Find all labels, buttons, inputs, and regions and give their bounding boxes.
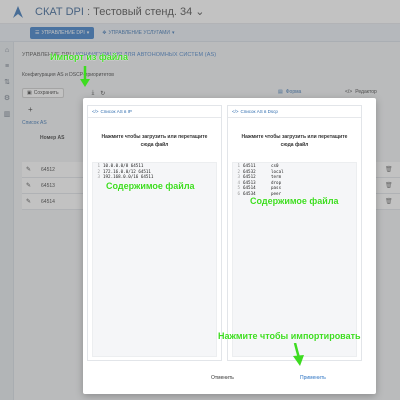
as-dscp-panel-title-text: Список AS в Dscp (240, 109, 278, 114)
arrow-down-icon (292, 343, 306, 367)
as-ip-panel-title-text: Список AS в IP (100, 109, 132, 114)
import-modal: </> Список AS в IP Нажмите чтобы загрузи… (83, 98, 376, 394)
divider (88, 117, 221, 118)
as-ip-dropzone[interactable]: Нажмите чтобы загрузить или перетащите с… (88, 133, 221, 149)
as-ip-file-contents[interactable]: 1 10.0.0.0/8 64511 2 172.16.0.0/12 64511 3… (92, 162, 217, 357)
as-number: 64511 (140, 174, 154, 180)
cancel-button[interactable]: Отменить (211, 375, 234, 381)
divider (228, 117, 361, 118)
arrow-down-icon (80, 66, 90, 88)
annotation-import-from-file: Импорт из файла (50, 52, 128, 62)
code-line: 3 192.168.0.0/16 64511 (93, 174, 216, 180)
line-number: 6 (237, 190, 240, 196)
annotation-click-to-import: Нажмите чтобы импортировать (218, 331, 361, 341)
as-ip-panel: </> Список AS в IP Нажмите чтобы загрузи… (87, 105, 222, 361)
ip-prefix: 192.168.0.0/16 (103, 174, 139, 180)
as-dscp-panel-title: </> Список AS в Dscp (232, 109, 278, 114)
as-ip-panel-title: </> Список AS в IP (92, 109, 132, 114)
code-icon: </> (232, 109, 239, 114)
as-dscp-file-contents[interactable]: 1 64511 cs0 2 64532 local 3 64512 term 4 64513 d… (232, 162, 357, 357)
annotation-file-contents-left: Содержимое файла (106, 181, 195, 191)
annotation-file-contents-right: Содержимое файла (250, 196, 339, 206)
as-dscp-dropzone[interactable]: Нажмите чтобы загрузить или перетащите с… (228, 133, 361, 149)
as-dscp-panel: </> Список AS в Dscp Нажмите чтобы загру… (227, 105, 362, 361)
apply-button[interactable]: Применить (300, 375, 326, 381)
line-number: 3 (97, 174, 100, 180)
code-icon: </> (92, 109, 99, 114)
